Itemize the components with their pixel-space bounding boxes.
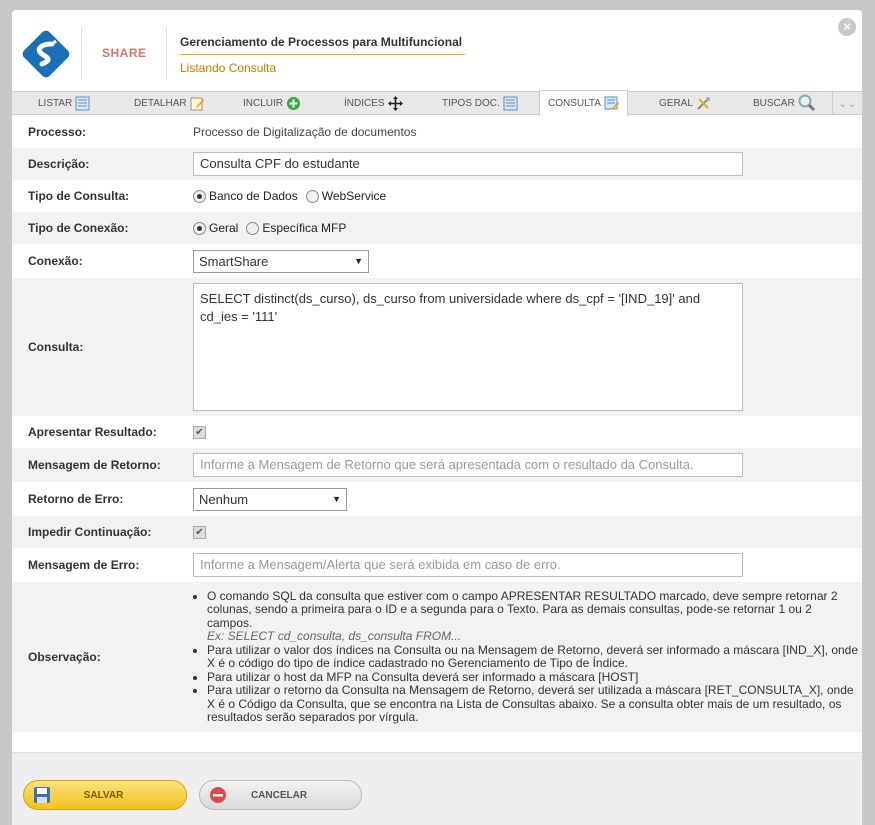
form-row-descricao: Descrição: Consulta CPF do estudante: [12, 148, 862, 180]
tab-label: GERAL: [659, 97, 693, 109]
impedir-continuacao-checkbox[interactable]: ✔: [193, 525, 206, 539]
floppy-disk-icon: [33, 786, 51, 804]
tab-label: LISTAR: [38, 97, 73, 109]
move-icon: [387, 95, 403, 111]
add-icon: [287, 96, 301, 110]
tab-consulta[interactable]: CONSULTA: [539, 90, 628, 116]
chevron-down-icon: ⌄⌄: [838, 97, 857, 110]
field-label: Observação:: [28, 650, 101, 664]
tab-bar: LISTAR DETALHAR INCLUIR ÍNDICES TIPOS DO…: [12, 90, 862, 116]
tab-label: DETALHAR: [134, 97, 187, 109]
form-row-tipo-conexao: Tipo de Conexão: Geral Específica MFP: [12, 212, 862, 244]
close-button[interactable]: ×: [838, 18, 856, 36]
form-row-processo: Processo: Processo de Digitalização de d…: [12, 116, 862, 148]
tab-detalhar[interactable]: DETALHAR: [134, 92, 205, 114]
field-label: Apresentar Resultado:: [28, 425, 157, 439]
form-row-consulta: Consulta: SELECT distinct(ds_curso), ds_…: [12, 278, 862, 416]
field-label: Descrição:: [28, 157, 90, 171]
field-label: Mensagem de Erro:: [28, 558, 140, 572]
field-label: Processo:: [28, 125, 87, 139]
list-icon: [75, 96, 90, 110]
smartshare-logo-icon: [22, 30, 70, 78]
radio-webservice[interactable]: WebService: [305, 189, 386, 203]
tab-label: TIPOS DOC.: [442, 97, 500, 109]
apresentar-resultado-checkbox[interactable]: ✔: [193, 425, 206, 439]
cancel-icon: [209, 786, 227, 804]
share-label: SHARE: [102, 46, 147, 60]
tab-incluir[interactable]: INCLUIR: [243, 92, 301, 114]
dialog-window: SHARE Gerenciamento de Processos para Mu…: [12, 10, 862, 825]
list-item: Para utilizar o retorno da Consulta na M…: [207, 683, 859, 725]
edit-icon: [190, 97, 204, 110]
field-label: Conexão:: [28, 254, 83, 268]
tab-tipos-doc[interactable]: TIPOS DOC.: [442, 92, 518, 114]
tab-scroll-button[interactable]: ⌄⌄: [832, 92, 862, 114]
example-text: Ex: SELECT cd_consulta, ds_consulta FROM…: [207, 629, 462, 643]
observacao-list: O comando SQL da consulta que estiver co…: [193, 589, 859, 725]
tab-listar[interactable]: LISTAR: [38, 92, 90, 114]
tab-geral[interactable]: GERAL: [659, 92, 711, 114]
mensagem-retorno-input[interactable]: Informe a Mensagem de Retorno que será a…: [193, 453, 743, 477]
field-label: Tipo de Conexão:: [28, 221, 129, 235]
list-icon: [503, 96, 518, 110]
form-row-retorno-erro: Retorno de Erro: Nenhum ▼: [12, 482, 862, 516]
form-row-mensagem-retorno: Mensagem de Retorno: Informe a Mensagem …: [12, 448, 862, 482]
tab-label: ÍNDICES: [344, 97, 385, 109]
cancel-button[interactable]: CANCELAR: [199, 780, 362, 810]
page-subtitle: Listando Consulta: [180, 61, 277, 75]
search-icon: [798, 94, 815, 112]
tab-label: BUSCAR: [753, 97, 795, 109]
query-edit-icon: [604, 96, 619, 110]
form-row-apresentar: Apresentar Resultado: ✔: [12, 416, 862, 448]
tab-buscar[interactable]: BUSCAR: [753, 92, 816, 114]
descricao-input[interactable]: Consulta CPF do estudante: [193, 152, 743, 176]
page-title: Gerenciamento de Processos para Multifun…: [180, 35, 463, 49]
save-button[interactable]: SALVAR: [23, 780, 187, 810]
field-label: Mensagem de Retorno:: [28, 458, 161, 472]
field-label: Tipo de Consulta:: [28, 189, 130, 203]
field-label: Consulta:: [28, 340, 84, 354]
form-row-impedir: Impedir Continuação: ✔: [12, 516, 862, 548]
header: SHARE Gerenciamento de Processos para Mu…: [12, 10, 862, 90]
form-row-tipo-consulta: Tipo de Consulta: Banco de Dados WebServ…: [12, 180, 862, 212]
radio-especifica-mfp[interactable]: Específica MFP: [246, 221, 346, 235]
chevron-down-icon: ▼: [332, 494, 341, 504]
form-row-observacao: Observação: O comando SQL da consulta qu…: [12, 582, 862, 732]
list-item: Para utilizar o valor dos índices na Con…: [207, 643, 859, 671]
radio-banco-de-dados[interactable]: Banco de Dados: [193, 189, 298, 203]
chevron-down-icon: ▼: [354, 256, 363, 266]
field-label: Impedir Continuação:: [28, 525, 152, 539]
field-label: Retorno de Erro:: [28, 492, 124, 506]
tools-icon: [697, 96, 710, 110]
tab-label: CONSULTA: [548, 98, 601, 109]
tab-indices[interactable]: ÍNDICES: [344, 92, 403, 114]
list-item: O comando SQL da consulta que estiver co…: [207, 589, 859, 644]
footer: SALVAR CANCELAR: [12, 752, 862, 825]
mensagem-erro-input[interactable]: Informe a Mensagem/Alerta que será exibi…: [193, 553, 743, 577]
form-row-conexao: Conexão: SmartShare ▼: [12, 244, 862, 278]
processo-value: Processo de Digitalização de documentos: [193, 125, 417, 139]
tab-label: INCLUIR: [243, 97, 284, 109]
retorno-erro-select[interactable]: Nenhum ▼: [193, 487, 347, 511]
form-row-mensagem-erro: Mensagem de Erro: Informe a Mensagem/Ale…: [12, 548, 862, 582]
consulta-textarea[interactable]: SELECT distinct(ds_curso), ds_curso from…: [193, 283, 743, 411]
radio-geral[interactable]: Geral: [193, 221, 238, 235]
consulta-form: Processo: Processo de Digitalização de d…: [12, 116, 862, 732]
conexao-select[interactable]: SmartShare ▼: [193, 249, 369, 273]
list-item: Para utilizar o host da MFP na Consulta …: [207, 670, 859, 685]
